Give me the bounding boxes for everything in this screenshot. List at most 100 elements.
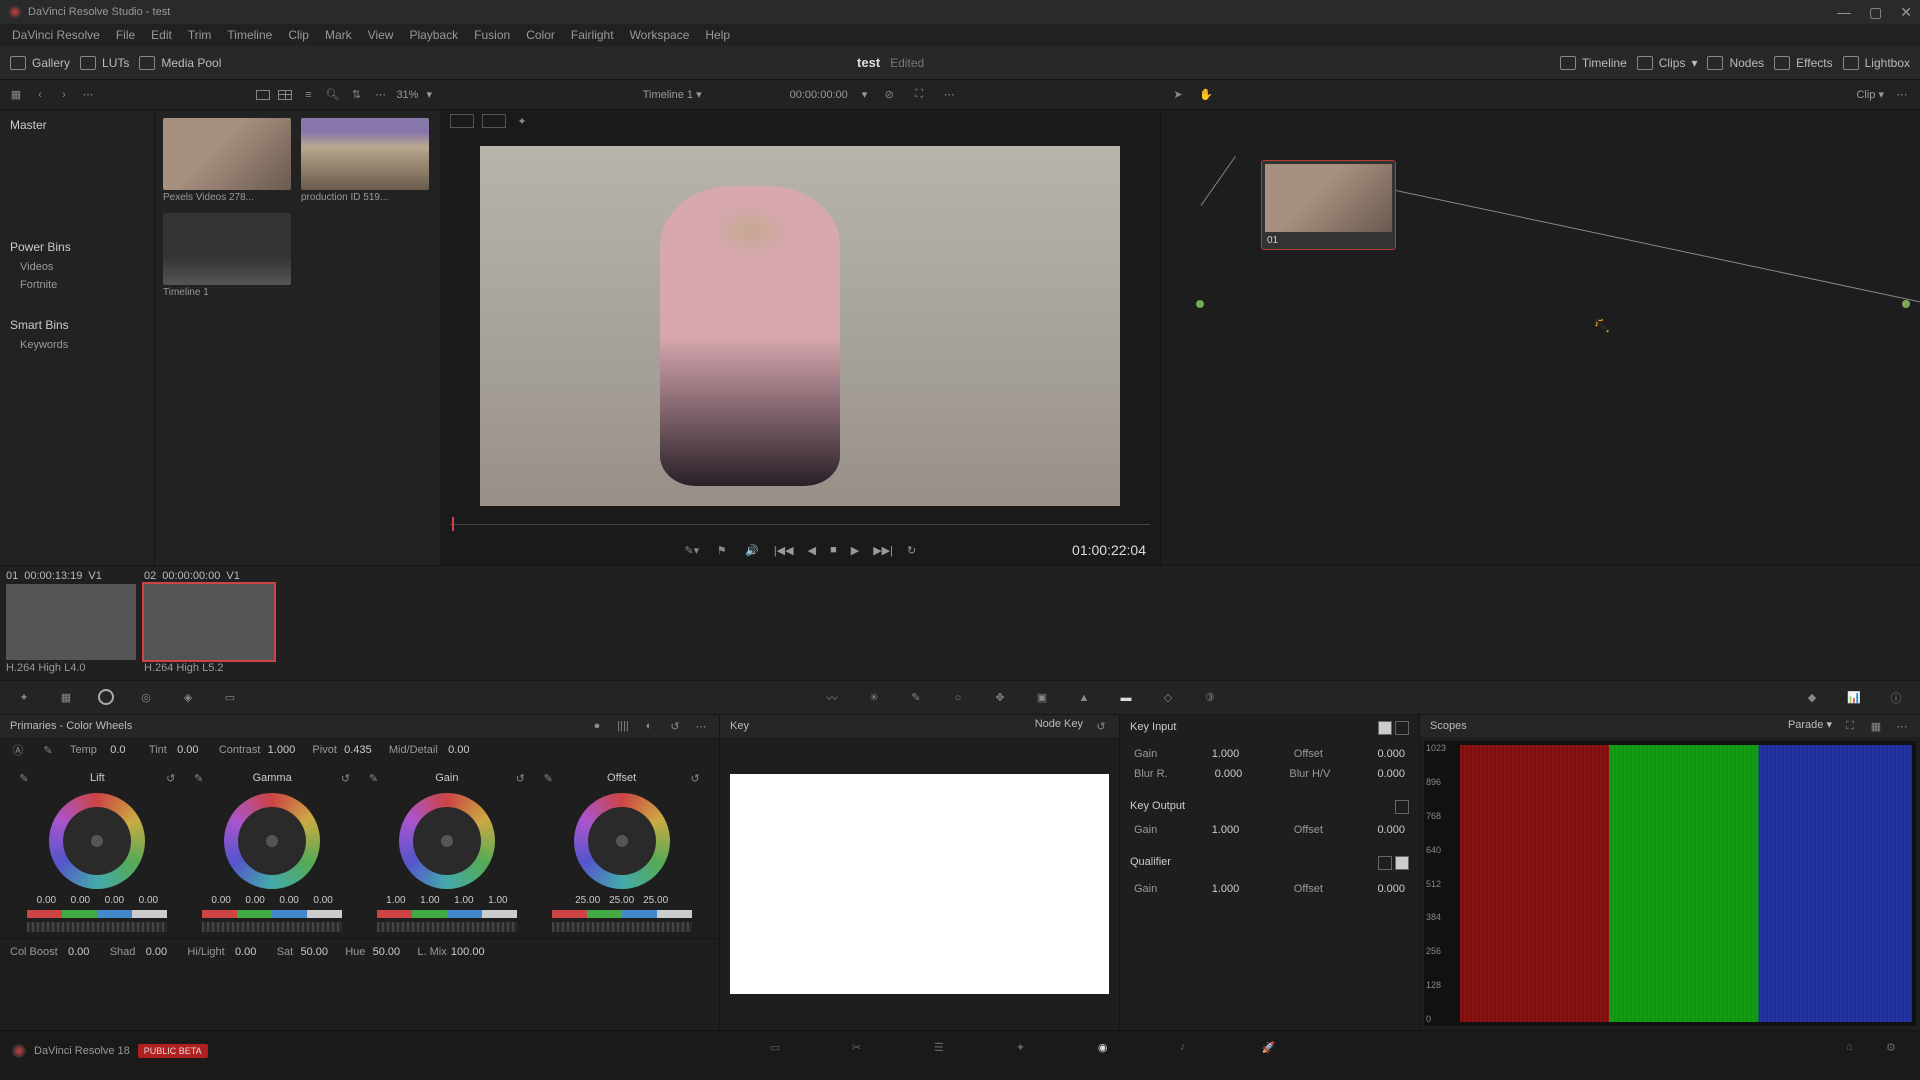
wheel-channel-value[interactable]: 25.00 <box>607 895 637 906</box>
contrast-value[interactable]: 1.000 <box>264 744 298 756</box>
maximize-button[interactable]: ▢ <box>1869 4 1882 21</box>
scope-options-icon[interactable]: ⋯ <box>1894 718 1910 734</box>
menu-trim[interactable]: Trim <box>182 26 218 44</box>
smartbins-header[interactable]: Smart Bins <box>0 314 154 336</box>
wheel-channel-value[interactable]: 1.00 <box>415 895 445 906</box>
menu-edit[interactable]: Edit <box>145 26 178 44</box>
nodes-panel-button[interactable]: Nodes <box>1707 56 1764 70</box>
keyinput-invert-icon[interactable] <box>1378 721 1392 735</box>
3d-icon[interactable]: ③ <box>1200 689 1220 707</box>
wheel-channel-value[interactable]: 0.00 <box>133 895 163 906</box>
last-frame-button[interactable]: ▶▶| <box>873 544 893 557</box>
media-clip[interactable]: production ID 519... <box>301 118 429 203</box>
viewer-wand-icon[interactable]: ✦ <box>514 113 530 129</box>
menu-help[interactable]: Help <box>699 26 736 44</box>
qual-matte-icon[interactable] <box>1395 856 1409 870</box>
reset-key-icon[interactable]: ↺ <box>1093 718 1109 734</box>
wheel-mode-icon[interactable]: ● <box>589 718 605 734</box>
effects-panel-button[interactable]: Effects <box>1774 56 1832 70</box>
motion-icon[interactable]: ▭ <box>220 689 240 707</box>
bin-view-icon[interactable]: ▦ <box>8 87 24 103</box>
nodekey-label[interactable]: Node Key <box>1035 718 1083 734</box>
play-button[interactable]: ▶ <box>851 544 859 557</box>
smartbin-item[interactable]: Keywords <box>0 336 154 354</box>
thumbnail-clip-selected[interactable]: 0200:00:00:00V1 H.264 High L5.2 <box>144 570 274 676</box>
menu-color[interactable]: Color <box>520 26 561 44</box>
prev-frame-button[interactable]: ◀ <box>808 544 816 557</box>
home-icon[interactable]: ⌂ <box>1846 1041 1868 1061</box>
keyframes-icon[interactable]: ◆ <box>1802 689 1822 707</box>
timeline-name[interactable]: Timeline 1 ▾ <box>643 88 702 101</box>
wheel-channel-value[interactable]: 0.00 <box>206 895 236 906</box>
master-bin[interactable]: Master <box>0 114 154 136</box>
lightbox-button[interactable]: Lightbox <box>1843 56 1910 70</box>
lummix-value[interactable]: 100.00 <box>451 946 485 958</box>
pointer-tool-icon[interactable]: ➤ <box>1170 87 1186 103</box>
wheel-picker-icon[interactable]: ✎ <box>191 770 207 786</box>
wheel-channel-value[interactable]: 0.00 <box>274 895 304 906</box>
corrector-node[interactable]: 01 <box>1261 160 1396 250</box>
expand-icon[interactable]: ⛶ <box>911 87 927 103</box>
keyin-offset[interactable]: 0.000 <box>1377 748 1405 760</box>
close-button[interactable]: ✕ <box>1900 4 1912 21</box>
nav-fwd-icon[interactable]: › <box>56 87 72 103</box>
sat-value[interactable]: 50.00 <box>297 946 331 958</box>
timeline-panel-button[interactable]: Timeline <box>1560 56 1627 70</box>
qual-invert-icon[interactable] <box>1378 856 1392 870</box>
minimize-button[interactable]: — <box>1837 4 1851 21</box>
thumbnail-clip[interactable]: 0100:00:13:19V1 H.264 High L4.0 <box>6 570 136 676</box>
menu-view[interactable]: View <box>362 26 400 44</box>
powerbin-item[interactable]: Fortnite <box>0 276 154 294</box>
key-icon[interactable]: ▬ <box>1116 689 1136 707</box>
zoom-level[interactable]: 31% <box>396 89 418 101</box>
picker-icon[interactable]: ✎ <box>40 742 56 758</box>
shad-value[interactable]: 0.00 <box>139 946 173 958</box>
wheel-jog[interactable] <box>202 922 342 932</box>
temp-value[interactable]: 0.0 <box>101 744 135 756</box>
viewer-image[interactable] <box>480 146 1120 506</box>
window-icon[interactable]: ○ <box>948 689 968 707</box>
wheel-picker-icon[interactable]: ✎ <box>540 770 556 786</box>
edit-page-icon[interactable]: ☰ <box>934 1041 956 1061</box>
media-timeline[interactable]: Timeline 1 <box>163 213 291 298</box>
curves-icon[interactable]: 〰 <box>822 689 842 707</box>
color-wheel[interactable] <box>399 793 495 889</box>
node-options-icon[interactable]: ⋯ <box>1894 87 1910 103</box>
pivot-value[interactable]: 0.435 <box>341 744 375 756</box>
bypass-icon[interactable]: ⊘ <box>881 87 897 103</box>
gallery-button[interactable]: Gallery <box>10 56 70 70</box>
powerbins-header[interactable]: Power Bins <box>0 236 154 258</box>
reset-panel-icon[interactable]: ↺ <box>667 718 683 734</box>
menu-fusion[interactable]: Fusion <box>468 26 516 44</box>
menu-mark[interactable]: Mark <box>319 26 358 44</box>
tracking-icon[interactable]: ✥ <box>990 689 1010 707</box>
scope-expand-icon[interactable]: ⛶ <box>1842 718 1858 734</box>
menu-file[interactable]: File <box>110 26 141 44</box>
wheels-icon[interactable] <box>98 689 114 705</box>
grid-view-icon[interactable] <box>278 90 292 100</box>
list-view-icon[interactable]: ≡ <box>300 87 316 103</box>
search-icon[interactable]: 🔍︎ <box>324 87 340 103</box>
stop-button[interactable]: ■ <box>830 544 837 557</box>
bars-mode-icon[interactable]: |||| <box>615 718 631 734</box>
menu-app[interactable]: DaVinci Resolve <box>6 26 106 44</box>
menu-timeline[interactable]: Timeline <box>221 26 278 44</box>
blur-icon[interactable]: ▲ <box>1074 689 1094 707</box>
sizing-icon[interactable]: ◇ <box>1158 689 1178 707</box>
qual-gain[interactable]: 1.000 <box>1212 883 1240 895</box>
viewer-scrubber[interactable] <box>450 515 1150 533</box>
qualifier-icon[interactable]: ✎ <box>906 689 926 707</box>
menu-workspace[interactable]: Workspace <box>624 26 696 44</box>
color-wheel[interactable] <box>224 793 320 889</box>
color-wheel[interactable] <box>574 793 670 889</box>
output-node-icon[interactable] <box>1902 300 1910 308</box>
warper-icon[interactable]: ✳ <box>864 689 884 707</box>
wheel-channel-value[interactable]: 1.00 <box>381 895 411 906</box>
first-frame-button[interactable]: |◀◀ <box>774 544 794 557</box>
settings-icon[interactable]: ⚙ <box>1886 1041 1908 1061</box>
hue-value[interactable]: 50.00 <box>369 946 403 958</box>
hand-tool-icon[interactable]: ✋ <box>1198 87 1214 103</box>
color-wheel[interactable] <box>49 793 145 889</box>
hdr-wheels-icon[interactable]: ◎ <box>136 689 156 707</box>
wheel-reset-icon[interactable]: ↺ <box>687 770 703 786</box>
